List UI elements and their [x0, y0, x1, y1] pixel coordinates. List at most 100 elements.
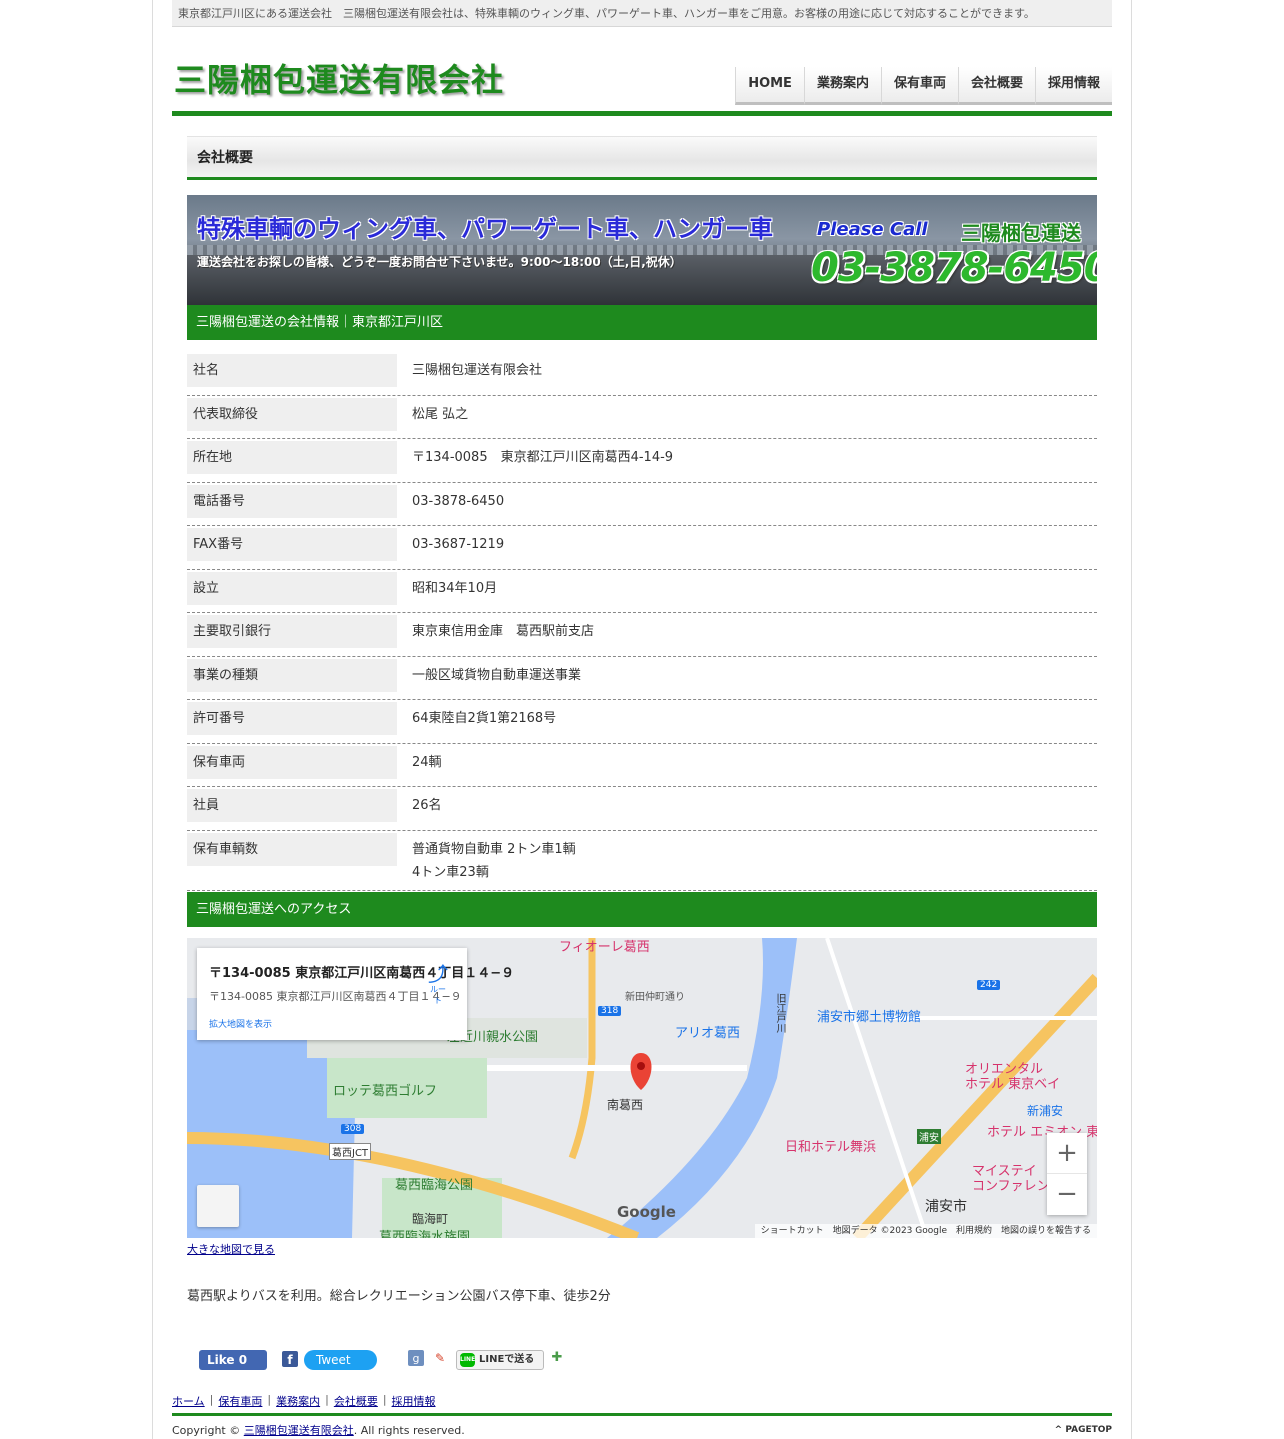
map-label-shinden: 新田仲町通り	[625, 992, 685, 1003]
footer-divider	[172, 1413, 1112, 1416]
info-value-line: 24輌	[412, 754, 442, 770]
info-value-line: 東京東信用金庫 葛西駅前支店	[412, 624, 595, 639]
footer-separator: |	[209, 1393, 214, 1406]
nav-company[interactable]: 会社概要	[957, 67, 1035, 105]
info-row: 事業の種類 一般区域貨物自動車運送事業	[187, 657, 1097, 700]
footer-separator: |	[325, 1393, 329, 1406]
info-label: FAX番号	[187, 528, 397, 561]
pagetop-link[interactable]: ^ PAGETOP	[1055, 1425, 1112, 1435]
info-row: 設立 昭和34年10月	[187, 570, 1097, 613]
map-label-edogawa: 旧江戸川	[774, 993, 785, 1033]
nav-home[interactable]: HOME	[735, 67, 804, 105]
site-description-bar: 東京都江戸川区にある運送会社 三陽梱包運送有限会社は、特殊車輌のウィング車、パワ…	[172, 0, 1112, 27]
map-label-ario: アリオ葛西	[675, 1026, 741, 1041]
info-value: 三陽梱包運送有限会社	[412, 359, 542, 382]
map-label-urayasu-station: 浦安	[917, 1129, 941, 1144]
directions-icon: ⤴	[428, 962, 448, 986]
nav-vehicles[interactable]: 保有車両	[880, 67, 958, 105]
site-logo[interactable]: 三陽梱包運送有限会社	[174, 55, 504, 101]
info-row: 社名 三陽梱包運送有限会社	[187, 352, 1097, 396]
info-value: 普通貨物自動車 2トン車1輌 4トン車23輌	[412, 838, 576, 884]
map-place-card: 〒134-0085 東京都江戸川区南葛西４丁目１４−９ 〒134-0085 東京…	[197, 948, 514, 1040]
map-label-minamikasai: 南葛西	[607, 1098, 644, 1112]
google-bookmark-icon[interactable]: g	[408, 1350, 424, 1366]
info-label: 社名	[187, 354, 397, 387]
pagetop-label: PAGETOP	[1065, 1425, 1112, 1435]
chevron-up-icon: ^	[1054, 1425, 1066, 1435]
street-view-pegman[interactable]	[197, 1185, 239, 1227]
footer-nav: ホーム | 保有車両 | 業務案内 | 会社概要 | 採用情報	[172, 1393, 436, 1409]
info-value-line: 〒134-0085 東京都江戸川区南葛西4-14-9	[412, 450, 674, 465]
banner-subtext: 運送会社をお探しの皆様、どうぞ一度お問合せ下さいませ。9:00〜18:00（土,…	[197, 255, 682, 269]
info-value: 昭和34年10月	[412, 577, 497, 600]
company-info-heading: 三陽梱包運送の会社情報｜東京都江戸川区	[187, 305, 1097, 340]
info-value: 64東陸自2貨1第2168号	[412, 707, 556, 730]
social-share-bar: Like 0 f Tweet g ✎ LINE LINEで送る ✚	[199, 1349, 599, 1371]
access-heading: 三陽梱包運送へのアクセス	[187, 892, 1097, 927]
info-label: 社員	[187, 789, 397, 822]
site-header: 三陽梱包運送有限会社 HOME 業務案内 保有車両 会社概要 採用情報	[172, 27, 1112, 117]
info-row: 代表取締役 松尾 弘之	[187, 396, 1097, 439]
map-route-308: 308	[341, 1124, 365, 1134]
banner-phone-number: 03-3878-6450	[811, 245, 1097, 291]
info-row: 保有車両 24輌	[187, 744, 1097, 787]
info-value: 一般区域貨物自動車運送事業	[412, 664, 581, 687]
access-directions-text: 葛西駅よりバスを利用。総合レクリエーション公園バス停下車、徒歩2分	[187, 1289, 611, 1304]
copyright-company-link[interactable]: 三陽梱包運送有限会社	[244, 1424, 354, 1437]
info-value: 26名	[412, 794, 442, 817]
tweet-button[interactable]: Tweet	[304, 1350, 377, 1370]
bookmark-add-icon[interactable]: ✚	[549, 1350, 565, 1366]
info-value: 松尾 弘之	[412, 403, 468, 426]
map-label-kasai-jct: 葛西JCT	[329, 1143, 372, 1160]
footer-link-home[interactable]: ホーム	[172, 1393, 205, 1409]
map-label-nikko: 日和ホテル舞浜	[785, 1140, 877, 1155]
facebook-like-button[interactable]: Like 0	[199, 1350, 267, 1370]
map-label-museum: 浦安市郷土博物館	[817, 1010, 922, 1025]
info-label: 保有車輌数	[187, 832, 397, 866]
copyright-prefix: Copyright ©	[172, 1424, 244, 1437]
info-label: 許可番号	[187, 702, 397, 735]
map-enlarge-link[interactable]: 拡大地図を表示	[209, 1017, 272, 1030]
info-value-line: 26名	[412, 798, 442, 813]
large-map-link[interactable]: 大きな地図で見る	[187, 1241, 1097, 1257]
nav-services[interactable]: 業務案内	[803, 67, 881, 105]
directions-label: ルート	[430, 985, 446, 1005]
footer-link-company[interactable]: 会社概要	[334, 1393, 378, 1409]
info-label: 事業の種類	[187, 658, 397, 692]
map-route-318: 318	[598, 1006, 622, 1016]
company-info-table: 社名 三陽梱包運送有限会社 代表取締役 松尾 弘之 所在地 〒134-0085 東京都江戸…	[187, 352, 1097, 891]
map-place-address: 〒134-0085 東京都江戸川区南葛西４丁目１４−９	[209, 990, 462, 1003]
footer-separator: |	[267, 1393, 272, 1406]
map-attribution[interactable]: ショートカット 地図データ ©2023 Google 利用規約 地図の誤りを報告…	[754, 1224, 1097, 1238]
line-share-button[interactable]: LINE LINEで送る	[456, 1350, 544, 1370]
footer-link-vehicles[interactable]: 保有車両	[218, 1393, 262, 1409]
google-map[interactable]: フィオーレ葛西 新田仲町通り 左近川親水公園 アリオ葛西 浦安市郷土博物館 ロッ…	[187, 938, 1097, 1238]
info-value-line: 03-3878-6450	[412, 493, 505, 509]
info-value: 03-3878-6450	[412, 490, 504, 513]
footer-separator: |	[382, 1393, 387, 1406]
nav-recruit[interactable]: 採用情報	[1034, 67, 1112, 105]
footer-link-recruit[interactable]: 採用情報	[392, 1393, 436, 1409]
info-value: 〒134-0085 東京都江戸川区南葛西4-14-9	[412, 446, 673, 469]
zoom-out-button[interactable]: −	[1047, 1174, 1087, 1215]
global-nav: HOME 業務案内 保有車両 会社概要 採用情報	[735, 67, 1112, 105]
page-container: 東京都江戸川区にある運送会社 三陽梱包運送有限会社は、特殊車輌のウィング車、パワ…	[152, 0, 1132, 1439]
info-row: 所在地 〒134-0085 東京都江戸川区南葛西4-14-9	[187, 439, 1097, 483]
hatena-bookmark-icon[interactable]: ✎	[432, 1350, 448, 1366]
copyright-suffix: . All rights reserved.	[353, 1424, 465, 1437]
page-title: 会社概要	[187, 136, 1097, 180]
info-value-line: 64東陸自2貨1第2168号	[412, 711, 557, 726]
info-value-line: 03-3687-1219	[412, 537, 505, 552]
info-row: 電話番号 03-3878-6450	[187, 483, 1097, 526]
zoom-in-button[interactable]: +	[1047, 1133, 1087, 1174]
footer-link-services[interactable]: 業務案内	[276, 1393, 320, 1409]
map-zoom-control: + −	[1047, 1133, 1087, 1215]
map-directions-button[interactable]: ⤴ ルート	[427, 962, 449, 1005]
line-share-label: LINEで送る	[479, 1354, 535, 1365]
info-value-line: 4トン車23輌	[412, 864, 489, 880]
map-label-rinkai-cho: 臨海町	[412, 1212, 449, 1226]
map-label-fiore: フィオーレ葛西	[559, 940, 650, 955]
facebook-share-icon[interactable]: f	[282, 1351, 298, 1367]
info-value-line: 一般区域貨物自動車運送事業	[412, 667, 582, 683]
info-value-line: 普通貨物自動車 2トン車1輌	[412, 841, 576, 857]
